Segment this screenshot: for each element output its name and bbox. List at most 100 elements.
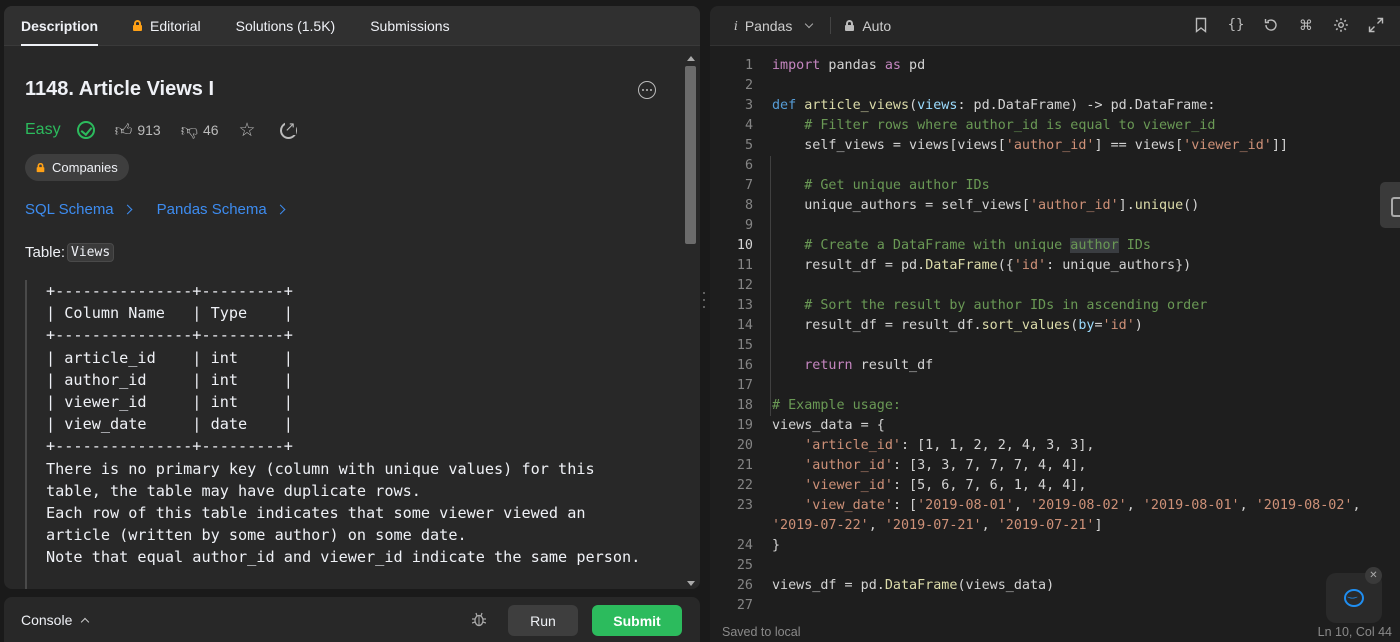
code-line[interactable]: 7 # Get unique author IDs <box>710 176 1400 196</box>
chevron-right-icon <box>122 204 133 215</box>
scroll-thumb[interactable] <box>685 66 696 244</box>
command-icon[interactable]: ⌘ <box>1298 17 1314 33</box>
code-line[interactable]: 27 <box>710 596 1400 616</box>
tab-solutions[interactable]: Solutions (1.5K) <box>236 6 353 46</box>
like-count: 913 <box>137 122 161 138</box>
code-line[interactable]: 26 views_df = pd.DataFrame(views_data) <box>710 576 1400 596</box>
code-line[interactable]: 13 # Sort the result by author IDs in as… <box>710 296 1400 316</box>
lock-icon <box>845 20 855 31</box>
tab-submissions[interactable]: Submissions <box>370 6 466 46</box>
sql-schema-link[interactable]: SQL Schema <box>25 201 133 218</box>
left-tab-bar: Description Editorial Solutions (1.5K) S… <box>4 6 700 46</box>
language-label: Pandas <box>744 17 793 34</box>
console-toggle[interactable]: Console <box>21 612 90 628</box>
line-number: 27 <box>736 598 753 613</box>
expand-icon[interactable] <box>1368 17 1384 33</box>
thumbs-up-icon[interactable]: 👍︎ <box>115 120 133 141</box>
code-line[interactable]: 15 <box>710 336 1400 356</box>
auto-mode-toggle[interactable]: Auto <box>845 18 891 34</box>
code-line[interactable]: 10 # Create a DataFrame with unique auth… <box>710 236 1400 256</box>
difficulty-badge: Easy <box>25 121 61 138</box>
side-panel-toggle[interactable] <box>1380 182 1400 228</box>
code-line[interactable]: 12 <box>710 276 1400 296</box>
code-line[interactable]: 3 def article_views(views: pd.DataFrame) … <box>710 96 1400 116</box>
tab-editorial[interactable]: Editorial <box>133 6 218 46</box>
close-icon[interactable]: ✕ <box>1365 567 1382 584</box>
code-text: result_df = result_df.sort_values(by='id… <box>772 318 1143 333</box>
description-scrollbar[interactable] <box>685 52 696 589</box>
code-text: # Create a DataFrame with unique author … <box>804 238 1151 253</box>
line-number: 3 <box>744 98 753 113</box>
code-line[interactable]: 2 <box>710 76 1400 96</box>
schema-line: +---------------+---------+ <box>46 282 293 300</box>
auto-mode-label: Auto <box>862 17 892 34</box>
panel-resize-handle[interactable] <box>703 292 705 308</box>
more-options-icon[interactable] <box>638 81 656 99</box>
code-line[interactable]: 11 result_df = pd.DataFrame({'id': uniqu… <box>710 256 1400 276</box>
code-editor-panel: i Pandas Auto {} ⌘ 1 import pandas as pd 2… <box>710 6 1400 642</box>
run-button[interactable]: Run <box>508 605 578 636</box>
cursor-position: Ln 10, Col 44 <box>1317 625 1392 639</box>
tab-editorial-label: Editorial <box>150 17 201 34</box>
scroll-up-arrow[interactable] <box>687 56 695 61</box>
code-line[interactable]: 25 <box>710 556 1400 576</box>
code-line[interactable]: 20 'article_id': [1, 1, 2, 2, 4, 3, 3], <box>710 436 1400 456</box>
code-line[interactable]: 17 <box>710 376 1400 396</box>
code-line[interactable]: 9 <box>710 216 1400 236</box>
language-selector[interactable]: i Pandas <box>734 17 814 34</box>
console-bar: Console Run Submit <box>4 597 700 642</box>
code-text: # Example usage: <box>772 398 901 413</box>
table-heading: Table: Views <box>25 243 115 262</box>
reset-icon[interactable] <box>1263 17 1279 33</box>
line-number: 7 <box>744 178 753 193</box>
line-number: 25 <box>736 558 753 573</box>
share-icon[interactable] <box>279 118 297 139</box>
tab-description-label: Description <box>21 17 99 34</box>
code-line[interactable]: 18 # Example usage: <box>710 396 1400 416</box>
code-line[interactable]: 23 'view_date': ['2019-08-01', '2019-08-… <box>710 496 1400 516</box>
code-text: views_data = { <box>772 418 885 433</box>
star-icon[interactable]: ☆ <box>239 119 256 142</box>
code-line[interactable]: 4 # Filter rows where author_id is equal… <box>710 116 1400 136</box>
code-line[interactable]: '2019-07-22', '2019-07-21', '2019-07-21'… <box>710 516 1400 536</box>
scroll-down-arrow[interactable] <box>687 581 695 586</box>
tab-description[interactable]: Description <box>21 6 115 46</box>
lock-icon <box>36 162 45 173</box>
code-line[interactable]: 24} <box>710 536 1400 556</box>
braces-icon[interactable]: {} <box>1228 17 1245 33</box>
line-number: 4 <box>744 118 753 133</box>
code-line[interactable]: 8 unique_authors = self_views['author_id… <box>710 196 1400 216</box>
line-number: 15 <box>736 338 753 353</box>
schema-line: There is no primary key (column with uni… <box>46 459 595 478</box>
lock-icon <box>133 20 143 31</box>
pandas-schema-link[interactable]: Pandas Schema <box>157 201 286 218</box>
code-line[interactable]: 22 'viewer_id': [5, 6, 7, 6, 1, 4, 4], <box>710 476 1400 496</box>
code-text: result_df = pd.DataFrame({'id': unique_a… <box>772 258 1192 273</box>
schema-line: Note that equal author_id and viewer_id … <box>46 548 641 567</box>
code-text: return result_df <box>804 358 934 373</box>
line-number: 11 <box>736 258 753 273</box>
code-editor[interactable]: 1 import pandas as pd 2 3 def article_views(… <box>710 56 1400 616</box>
code-line[interactable]: 6 <box>710 156 1400 176</box>
line-number: 13 <box>736 298 753 313</box>
code-line[interactable]: 14 result_df = result_df.sort_values(by=… <box>710 316 1400 336</box>
code-line[interactable]: 5 self_views = views[views['author_id'] … <box>710 136 1400 156</box>
debug-bug-icon[interactable] <box>472 612 486 627</box>
companies-button[interactable]: Companies <box>25 154 129 181</box>
line-number: 2 <box>744 78 753 93</box>
code-text: self_views = views[views['author_id'] ==… <box>772 138 1288 153</box>
code-line[interactable]: 19 views_data = { <box>710 416 1400 436</box>
code-line[interactable]: 16 return result_df <box>710 356 1400 376</box>
save-status: Saved to local <box>722 625 801 639</box>
thumbs-down-icon[interactable]: 👎︎ <box>181 120 198 141</box>
code-line[interactable]: 21 'author_id': [3, 3, 7, 7, 7, 4, 4], <box>710 456 1400 476</box>
settings-icon[interactable] <box>1333 17 1349 33</box>
bookmark-icon[interactable] <box>1193 17 1209 33</box>
code-line[interactable]: 1 import pandas as pd <box>710 56 1400 76</box>
submit-button[interactable]: Submit <box>592 605 682 636</box>
